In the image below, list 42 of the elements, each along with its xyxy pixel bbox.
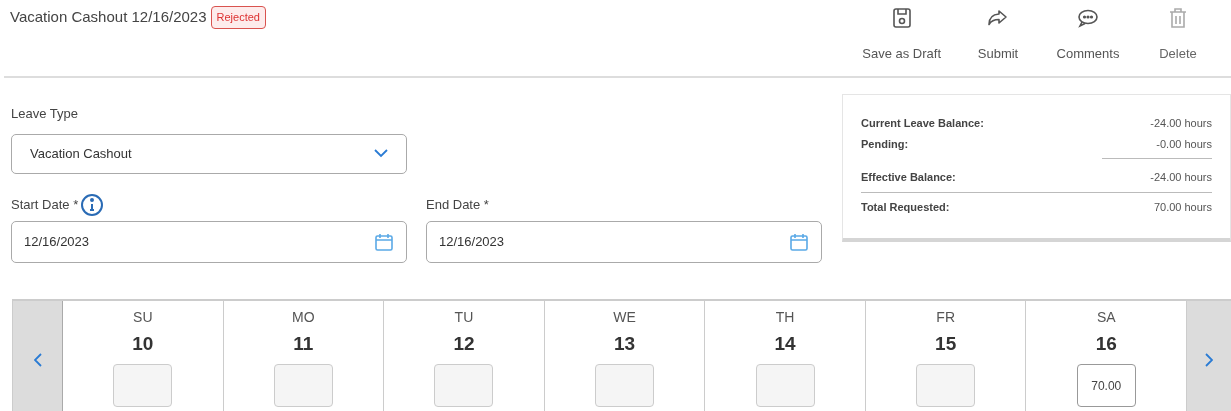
field-label: Leave Type — [11, 105, 79, 123]
weekday-label: TH — [775, 307, 795, 327]
info-icon[interactable] — [80, 192, 105, 217]
page-title: Vacation Cashout 12/16/2023 — [10, 7, 207, 27]
balance-value: -0.00 hours — [1156, 136, 1212, 152]
day-number: 10 — [132, 331, 154, 356]
chevron-down-icon — [374, 149, 388, 158]
weekday-label: WE — [613, 307, 636, 327]
leave-type-dropdown[interactable]: Vacation Cashout — [11, 133, 407, 174]
field-label: End Date * — [426, 195, 489, 214]
toolbar-button[interactable]: Submit — [953, 6, 1043, 64]
balance-value: 70.00 hours — [1153, 199, 1212, 215]
balance-label: Current Leave Balance: — [861, 116, 984, 131]
balance-value: -24.00 hours — [1150, 116, 1212, 131]
day-number: 13 — [613, 331, 636, 356]
balance-label: Effective Balance: — [861, 170, 956, 185]
next-week-button[interactable] — [1187, 300, 1231, 411]
toolbar-button[interactable]: Comments — [1043, 6, 1133, 64]
weekday-label: SA — [1096, 307, 1116, 327]
weekday-label: MO — [292, 307, 315, 327]
toolbar-button[interactable]: Save as Draft — [850, 6, 953, 64]
date-field[interactable]: 12/16/2023 — [11, 220, 407, 263]
weekday-label: TU — [454, 307, 474, 327]
status-badge: Rejected — [210, 6, 266, 29]
balance-label: Total Requested: — [861, 199, 950, 215]
calendar-icon[interactable] — [789, 231, 809, 252]
day-number: 14 — [774, 331, 796, 356]
chevron-right-icon — [1205, 352, 1214, 367]
day-number: 16 — [1095, 331, 1117, 356]
day-number: 12 — [453, 331, 475, 356]
chevron-left-icon — [33, 352, 42, 367]
hours-input[interactable]: 70.00 — [1076, 364, 1136, 407]
day-number: 11 — [293, 331, 314, 356]
calendar-icon[interactable] — [374, 231, 394, 252]
weekday-label: FR — [936, 307, 955, 327]
previous-week-button[interactable] — [13, 300, 63, 411]
balance-label: Pending: — [861, 136, 909, 152]
date-field[interactable]: 12/16/2023 — [426, 220, 822, 263]
balance-value: -24.00 hours — [1150, 170, 1212, 185]
weekday-label: SU — [133, 307, 153, 327]
day-number: 15 — [935, 331, 957, 356]
field-label: Start Date * — [11, 195, 79, 214]
